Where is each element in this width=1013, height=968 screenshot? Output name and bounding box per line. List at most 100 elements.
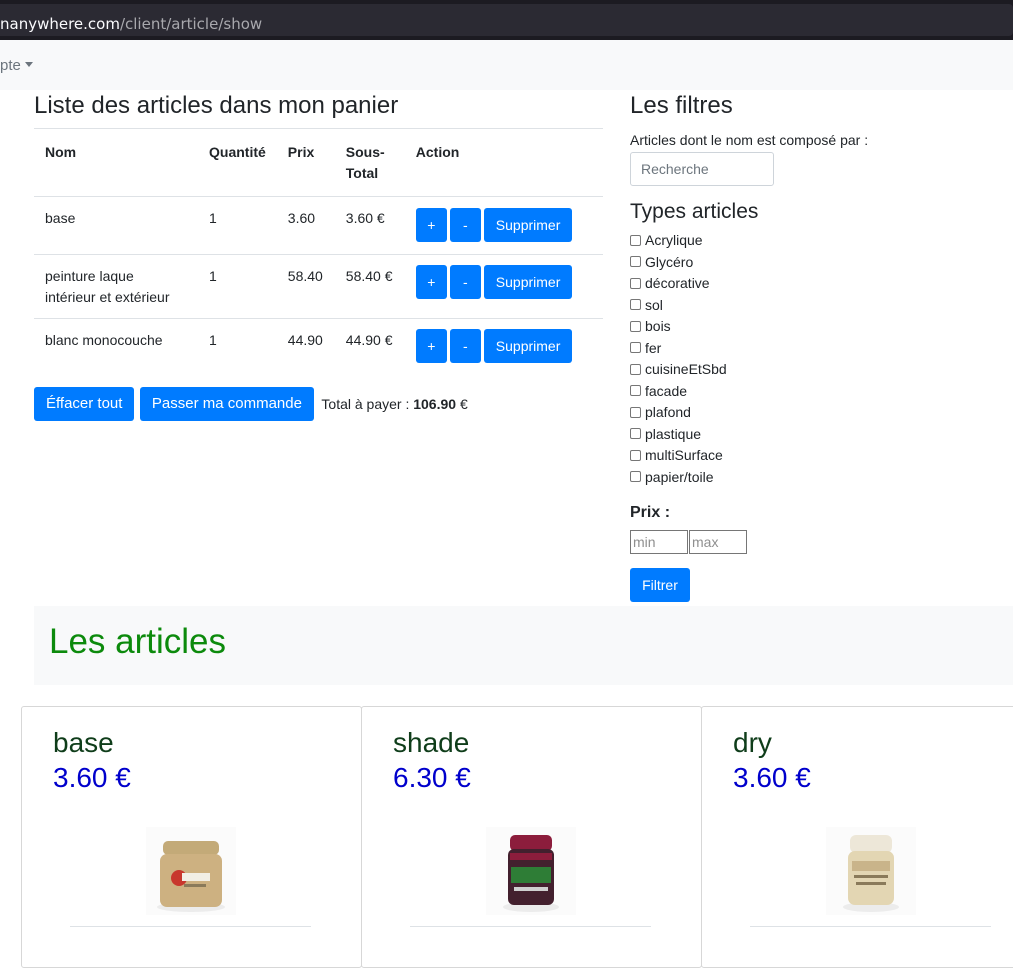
col-quantite: Quantité	[198, 128, 277, 197]
type-label: Glycéro	[645, 253, 694, 270]
filters-title: Les filtres	[630, 92, 733, 119]
cell-quantite: 1	[198, 196, 277, 255]
type-label: papier/toile	[645, 468, 714, 485]
cell-quantite: 1	[198, 318, 277, 376]
checkbox-icon[interactable]	[630, 342, 641, 354]
type-label: plastique	[645, 425, 702, 442]
checkbox-icon[interactable]	[630, 406, 641, 418]
paint-pot-image	[486, 827, 576, 915]
checkbox-icon[interactable]	[630, 299, 641, 311]
cell-action: + - Supprimer	[404, 318, 603, 376]
cell-prix: 44.90	[276, 318, 335, 376]
total-label: Total à payer :	[321, 396, 410, 412]
price-title: Prix :	[630, 504, 671, 521]
article-price: 3.60 €	[733, 762, 811, 793]
cell-nom: base	[34, 196, 198, 255]
account-dropdown[interactable]: pte	[0, 57, 33, 74]
checkbox-icon[interactable]	[630, 234, 641, 246]
article-card[interactable]: dry 3.60 €	[701, 706, 1013, 968]
col-nom: Nom	[34, 128, 198, 197]
checkbox-icon[interactable]	[630, 385, 641, 397]
type-label: sol	[645, 296, 663, 313]
paint-pot-image	[826, 827, 916, 915]
table-row: base 1 3.60 3.60 € + - Supprimer	[34, 196, 603, 255]
plus-button[interactable]: +	[415, 265, 447, 299]
max-price-input[interactable]	[689, 530, 747, 554]
articles-header: Les articles	[34, 606, 1013, 685]
clear-cart-button[interactable]: Éffacer tout	[34, 387, 135, 421]
minus-button[interactable]: -	[449, 208, 481, 242]
cart-total: Total à payer : 106.90 €	[321, 387, 467, 421]
cell-action: + - Supprimer	[404, 196, 603, 255]
cell-quantite: 1	[198, 254, 277, 319]
cart-title: Liste des articles dans mon panier	[34, 92, 399, 119]
cell-sous-total: 44.90 €	[334, 318, 405, 376]
delete-button[interactable]: Supprimer	[483, 265, 573, 299]
browser-toolbar: nanywhere.com/client/article/show	[0, 0, 1013, 40]
plus-button[interactable]: +	[415, 329, 447, 363]
checkbox-icon[interactable]	[630, 256, 641, 268]
type-label: facade	[645, 382, 688, 399]
type-checkbox-cuisine[interactable]: cuisineEtSbd	[630, 359, 1013, 381]
min-price-input[interactable]	[630, 530, 688, 554]
cell-nom: peinture laque intérieur et extérieur	[34, 254, 198, 319]
col-prix: Prix	[276, 128, 335, 197]
articles-title: Les articles	[49, 622, 227, 661]
delete-button[interactable]: Supprimer	[483, 208, 573, 242]
type-checkbox-papier[interactable]: papier/toile	[630, 467, 1013, 489]
types-title: Types articles	[630, 200, 759, 223]
types-list: Acrylique Glycéro décorative sol bois fe…	[630, 230, 1013, 488]
type-checkbox-glycero[interactable]: Glycéro	[630, 252, 1013, 274]
total-value: 106.90	[413, 396, 457, 412]
url-host: nanywhere.com	[0, 15, 120, 33]
address-url[interactable]: nanywhere.com/client/article/show	[0, 15, 262, 33]
cell-action: + - Supprimer	[404, 254, 603, 319]
cart-table: Nom Quantité Prix Sous- Total Action base…	[34, 128, 603, 376]
type-checkbox-acrylique[interactable]: Acrylique	[630, 230, 1013, 252]
delete-button[interactable]: Supprimer	[483, 329, 573, 363]
cart-actions: Éffacer tout Passer ma commande Total à …	[34, 387, 468, 421]
type-checkbox-fer[interactable]: fer	[630, 338, 1013, 360]
cell-sous-total: 58.40 €	[334, 254, 405, 319]
table-row: blanc monocouche 1 44.90 44.90 € + - Suppr…	[34, 318, 603, 376]
account-label: pte	[0, 57, 21, 74]
search-input[interactable]: Recherche	[630, 152, 774, 186]
filter-button[interactable]: Filtrer	[630, 568, 690, 602]
card-divider	[750, 926, 991, 927]
type-label: décorative	[645, 275, 710, 291]
price-range	[630, 530, 1013, 554]
checkbox-icon[interactable]	[630, 320, 641, 332]
type-checkbox-facade[interactable]: facade	[630, 381, 1013, 403]
type-checkbox-plastique[interactable]: plastique	[630, 424, 1013, 446]
type-label: plafond	[645, 404, 691, 420]
checkbox-icon[interactable]	[630, 277, 641, 289]
type-label: Acrylique	[645, 232, 703, 248]
minus-button[interactable]: -	[449, 265, 481, 299]
address-bar[interactable]: nanywhere.com/client/article/show	[0, 4, 1013, 36]
checkbox-icon[interactable]	[630, 428, 641, 440]
navbar: pte	[0, 40, 1013, 90]
article-price: 6.30 €	[393, 762, 471, 793]
article-card[interactable]: base 3.60 €	[21, 706, 362, 968]
caret-down-icon	[24, 62, 33, 68]
article-name: dry	[733, 727, 772, 758]
cell-prix: 3.60	[276, 196, 335, 255]
cell-prix: 58.40	[276, 254, 335, 319]
type-checkbox-multisurface[interactable]: multiSurface	[630, 445, 1013, 467]
checkbox-icon[interactable]	[630, 449, 641, 461]
type-checkbox-decorative[interactable]: décorative	[630, 273, 1013, 295]
place-order-button[interactable]: Passer ma commande	[139, 387, 314, 421]
total-currency: €	[459, 396, 468, 412]
col-action: Action	[404, 128, 603, 197]
checkbox-icon[interactable]	[630, 471, 641, 483]
minus-button[interactable]: -	[449, 329, 481, 363]
checkbox-icon[interactable]	[630, 363, 641, 375]
type-label: fer	[645, 339, 662, 356]
card-divider	[70, 926, 311, 927]
type-checkbox-plafond[interactable]: plafond	[630, 402, 1013, 424]
plus-button[interactable]: +	[415, 208, 447, 242]
article-card[interactable]: shade 6.30 €	[361, 706, 702, 968]
card-divider	[410, 926, 651, 927]
type-checkbox-sol[interactable]: sol	[630, 295, 1013, 317]
type-checkbox-bois[interactable]: bois	[630, 316, 1013, 338]
